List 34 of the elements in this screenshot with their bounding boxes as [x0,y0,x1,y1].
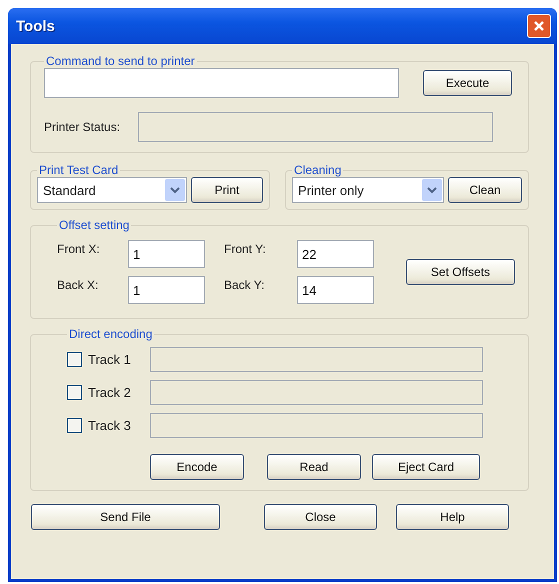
clean-button[interactable]: Clean [448,177,522,203]
track-label: Track 2 [88,385,132,400]
dialog-button[interactable]: Close [264,504,377,530]
group-legend: Cleaning [292,163,344,177]
offset-field[interactable]: 22 [297,240,374,268]
encoding-button[interactable]: Eject Card [372,454,480,480]
group-legend: Command to send to printer [44,54,197,68]
window-title: Tools [16,18,55,34]
dropdown[interactable]: Printer only [292,177,444,203]
offset-label: Front Y: [224,241,267,256]
track-label: Track 3 [88,418,132,433]
track-label: Track 1 [88,352,132,367]
encoding-button[interactable]: Encode [150,454,244,480]
caret-icon [427,186,438,194]
set-offsets-button[interactable]: Set Offsets [406,259,515,285]
dropdown[interactable]: Standard [37,177,188,203]
offset-label: Back X: [57,277,100,292]
offset-field[interactable]: 1 [128,240,205,268]
offset-field[interactable]: 14 [297,276,374,304]
dialog-button[interactable]: Send File [31,504,220,530]
group-legend: Direct encoding [67,327,154,341]
group-legend: Offset setting [57,218,132,232]
status-label: Printer Status: [44,120,122,134]
close-icon[interactable] [527,14,551,38]
dialog-button[interactable]: Help [396,504,509,530]
caret-icon [170,186,180,194]
execute-button[interactable]: Execute [423,70,512,96]
offset-label: Front X: [57,241,101,256]
print-button[interactable]: Print [191,177,264,203]
group-legend: Print Test Card [37,163,120,177]
encoding-button[interactable]: Read [267,454,361,480]
offset-label: Back Y: [224,277,266,292]
offset-field[interactable]: 1 [128,276,205,304]
command-field[interactable] [44,68,399,98]
